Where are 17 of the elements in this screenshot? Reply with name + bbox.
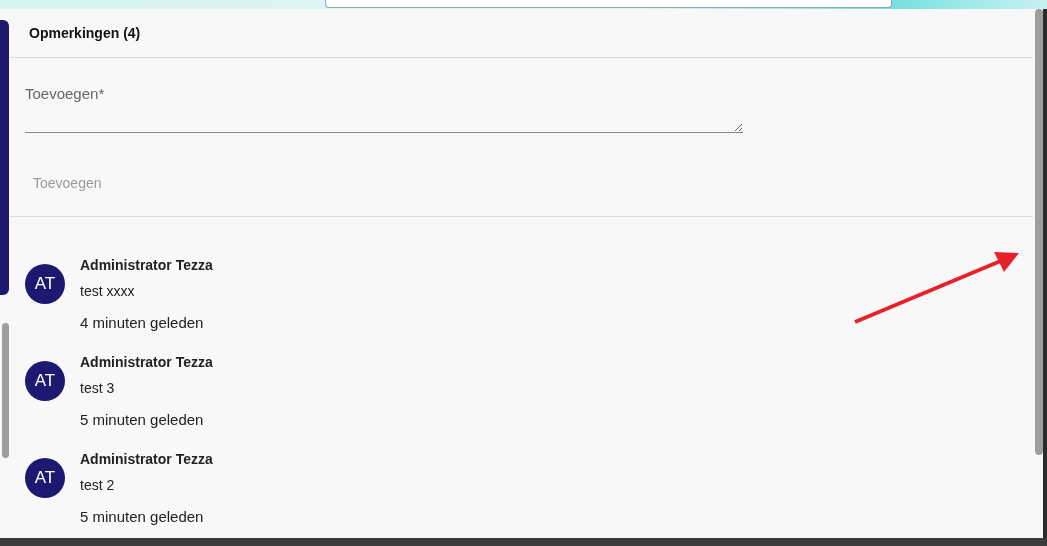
avatar: AT xyxy=(25,264,65,304)
comment-author: Administrator Tezza xyxy=(80,450,213,469)
comment-text: test 2 xyxy=(80,476,116,495)
scrollbar-thumb[interactable] xyxy=(2,323,9,458)
search-field[interactable] xyxy=(325,0,892,8)
avatar: AT xyxy=(25,361,65,401)
scrollbar-thumb[interactable] xyxy=(1035,9,1043,455)
avatar: AT xyxy=(25,458,65,498)
comment-time: 5 minuten geleden xyxy=(80,410,205,430)
comment-field[interactable]: Toevoegen* xyxy=(25,85,743,133)
comment-text: test 3 xyxy=(80,379,116,398)
comment-time: 5 minuten geleden xyxy=(80,507,205,527)
comment-author: Administrator Tezza xyxy=(80,353,213,372)
panel-title: Opmerkingen (4) xyxy=(29,25,141,41)
comment-time: 4 minuten geleden xyxy=(80,313,205,333)
comment-text: test xxxx xyxy=(80,282,136,301)
comment-author: Administrator Tezza xyxy=(80,256,213,275)
